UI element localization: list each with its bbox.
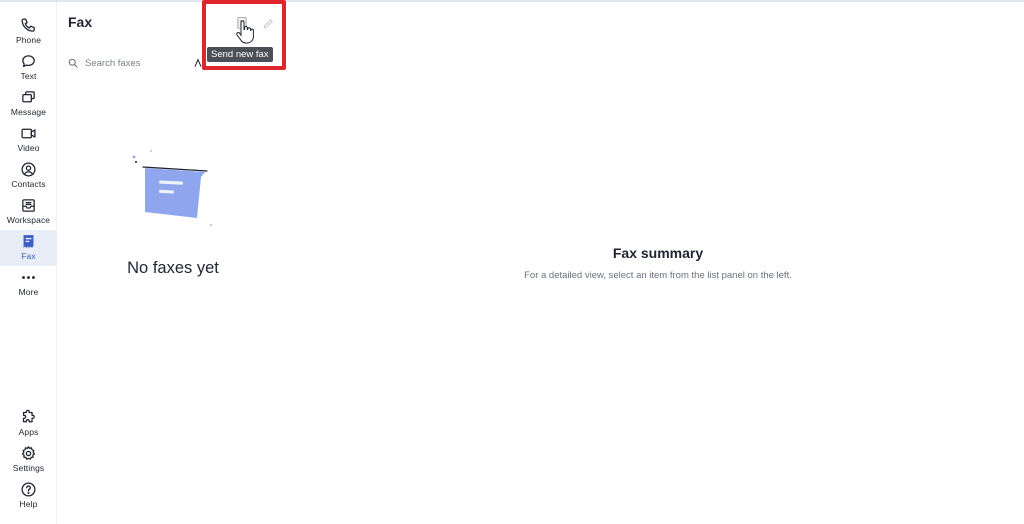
search-bar[interactable] <box>67 53 283 73</box>
puzzle-icon <box>22 409 35 423</box>
nav-item-workspace[interactable]: Workspace <box>0 194 57 230</box>
nav-item-message[interactable]: Message <box>0 86 57 122</box>
nav-label-message: Message <box>10 107 47 117</box>
search-input[interactable] <box>85 57 205 69</box>
nav-item-apps[interactable]: Apps <box>0 406 57 442</box>
summary-title: Fax summary <box>612 245 704 261</box>
fax-document-icon <box>23 235 34 248</box>
navigation-rail: Phone Text Message Video Contacts Worksp… <box>0 2 57 524</box>
nav-item-phone[interactable]: Phone <box>0 14 57 50</box>
nav-label-video: Video <box>17 143 40 153</box>
nav-label-text: Text <box>20 71 37 81</box>
video-camera-icon <box>21 128 36 139</box>
empty-state-text: No faxes yet <box>127 259 219 277</box>
help-question-icon <box>21 482 36 497</box>
nav-item-help[interactable]: Help <box>0 478 57 514</box>
hand-cursor-icon <box>236 20 254 44</box>
nav-item-contacts[interactable]: Contacts <box>0 158 57 194</box>
more-dots-icon <box>22 276 35 279</box>
chat-bubble-icon <box>22 55 35 68</box>
nav-item-settings[interactable]: Settings <box>0 442 57 478</box>
filter-icon[interactable] <box>193 58 203 68</box>
inbox-tray-icon <box>22 199 35 212</box>
summary-subtitle: For a detailed view, select an item from… <box>524 270 792 281</box>
nav-item-video[interactable]: Video <box>0 122 57 158</box>
fax-summary-panel: Fax summary For a detailed view, select … <box>289 2 1024 524</box>
nav-item-fax[interactable]: Fax <box>0 230 57 266</box>
search-icon <box>68 58 78 68</box>
contact-person-icon <box>21 162 36 177</box>
phone-icon <box>21 18 35 32</box>
gear-icon <box>21 446 36 460</box>
fax-list-panel: Fax Send new fax No faxes yet <box>57 0 289 524</box>
nav-label-apps: Apps <box>18 427 39 437</box>
nav-item-text[interactable]: Text <box>0 50 57 86</box>
nav-label-workspace: Workspace <box>6 215 51 225</box>
nav-label-contacts: Contacts <box>11 179 46 189</box>
empty-fax-illustration-icon <box>132 149 213 227</box>
nav-label-help: Help <box>19 499 38 509</box>
page-title: Fax <box>68 14 93 30</box>
messages-icon <box>22 91 35 103</box>
nav-label-settings: Settings <box>12 463 45 473</box>
nav-label-phone: Phone <box>15 35 42 45</box>
nav-item-more[interactable]: More <box>0 266 57 302</box>
nav-label-more: More <box>18 287 39 297</box>
nav-label-fax: Fax <box>21 251 36 261</box>
